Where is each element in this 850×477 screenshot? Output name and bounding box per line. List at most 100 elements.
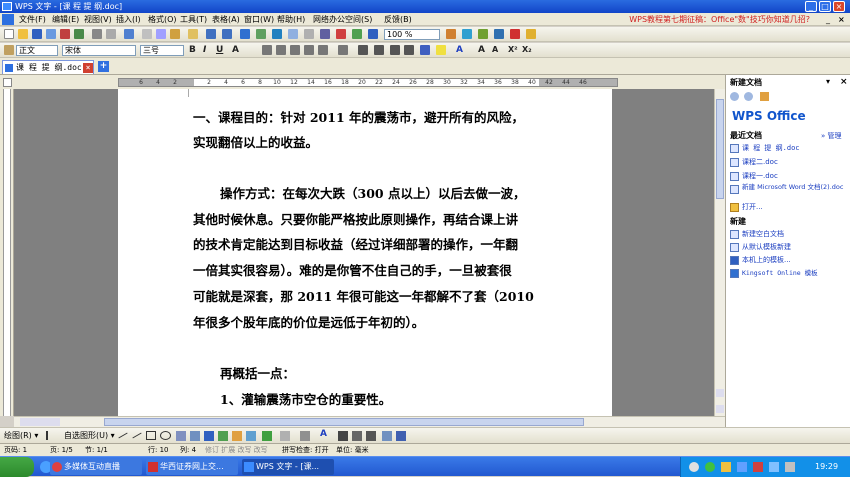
document-page[interactable]: 一、课程目的：针对 2011 年的震荡市，避开所有的风险， 实现翻倍以上的收益。… <box>118 89 612 416</box>
drawing-icon[interactable] <box>304 29 314 39</box>
next-page-icon[interactable] <box>716 405 724 413</box>
open-icon[interactable] <box>18 29 28 39</box>
vertical-textbox-icon[interactable] <box>190 431 200 441</box>
local-templates-link[interactable]: 本机上的模板... <box>742 256 791 265</box>
pane-dropdown-icon[interactable]: ▾ <box>826 77 830 86</box>
line-color-icon[interactable] <box>300 431 310 441</box>
tray-icon[interactable] <box>753 462 763 472</box>
doc-line[interactable]: 其他时候休息。只要你能严格按此原则操作，再结合课上讲 <box>193 213 518 227</box>
new-icon[interactable] <box>4 29 14 39</box>
scroll-thumb[interactable] <box>716 99 724 199</box>
doc-line[interactable]: 再概括一点： <box>220 367 295 381</box>
ruler-scale[interactable]: 6 4 2 2 4 6 8 10 12 14 16 18 20 22 24 26… <box>118 78 618 87</box>
horizontal-scrollbar[interactable] <box>14 416 725 427</box>
image-icon[interactable] <box>262 431 272 441</box>
wordart-icon[interactable] <box>368 29 378 39</box>
numbering-icon[interactable] <box>358 45 368 55</box>
bullets-icon[interactable] <box>374 45 384 55</box>
decrease-indent-icon[interactable] <box>390 45 400 55</box>
vertical-ruler[interactable] <box>0 89 14 416</box>
align-center-icon[interactable] <box>276 45 286 55</box>
draw-font-color-icon[interactable]: A <box>320 429 327 439</box>
new-tab-icon[interactable]: + <box>98 61 109 72</box>
menu-feedback[interactable]: 反馈(B) <box>384 14 412 25</box>
arrow-style-icon[interactable] <box>366 431 376 441</box>
draw-menu[interactable]: 绘图(R) ▾ <box>4 430 38 441</box>
rectangle-icon[interactable] <box>146 431 156 440</box>
pane-forward-icon[interactable] <box>744 92 753 101</box>
subscript-icon[interactable]: X₂ <box>522 44 532 56</box>
align-left-icon[interactable] <box>262 45 272 55</box>
menu-format[interactable]: 格式(O) <box>148 14 177 25</box>
cut-icon[interactable] <box>142 29 152 39</box>
online-templates-link[interactable]: Kingsoft Online 模板 <box>742 269 818 278</box>
highlight-icon[interactable] <box>436 45 446 55</box>
recent-doc-item[interactable]: 课 程 提 纲.doc <box>742 144 800 153</box>
fill-color-icon[interactable] <box>280 431 290 441</box>
menu-edit[interactable]: 编辑(E) <box>52 14 79 25</box>
bold-button[interactable]: B <box>189 44 196 56</box>
redo-icon[interactable] <box>222 29 232 39</box>
tab-selector-icon[interactable] <box>3 78 12 87</box>
align-right-icon[interactable] <box>290 45 300 55</box>
table-icon[interactable] <box>256 29 266 39</box>
doc-line[interactable]: 的技术肯定能达到目标收益（经过详细部署的操作，一年翻 <box>193 238 518 252</box>
3d-icon[interactable] <box>396 431 406 441</box>
open-link[interactable]: 打开... <box>742 203 763 212</box>
vertical-scrollbar[interactable] <box>714 89 725 416</box>
print-preview-icon[interactable] <box>106 29 116 39</box>
recent-doc-item[interactable]: 课程二.doc <box>742 158 778 167</box>
doc-line[interactable]: 操作方式：在每次大跌（300 点以上）以后去做一波， <box>220 187 525 201</box>
minimize-button[interactable]: _ <box>805 1 817 12</box>
view-mode-icons[interactable] <box>20 418 60 426</box>
doc-map-icon[interactable] <box>320 29 330 39</box>
textbox-icon[interactable] <box>176 431 186 441</box>
menu-minimize-icon[interactable]: _ <box>826 14 830 25</box>
online-icon[interactable] <box>462 29 472 39</box>
volume-icon[interactable] <box>785 462 795 472</box>
manage-link[interactable]: » 管理 <box>821 131 842 141</box>
taskbar-item[interactable]: 多媒体互动直播 <box>50 459 142 475</box>
export-icon[interactable] <box>74 29 84 39</box>
status-modes[interactable]: 修订 扩展 改写 改写 <box>205 444 268 456</box>
arrow-icon[interactable] <box>132 432 142 439</box>
doc-line[interactable]: 可能就是深套，那 2011 年很可能这一年都解不了套（2010 <box>193 290 534 304</box>
close-button[interactable]: × <box>833 1 845 12</box>
taskbar-item[interactable]: 华西证券网上交... <box>146 459 238 475</box>
pdf-icon[interactable] <box>60 29 70 39</box>
new-from-template-link[interactable]: 从默认模板新建 <box>742 243 791 252</box>
pane-home-icon[interactable] <box>760 92 769 101</box>
prev-page-icon[interactable] <box>716 389 724 397</box>
dash-style-icon[interactable] <box>352 431 362 441</box>
diagram-icon[interactable] <box>218 431 228 441</box>
menu-view[interactable]: 视图(V) <box>84 14 112 25</box>
doc-line[interactable]: 年很多个股年底的价位是远低于年初的）。 <box>193 316 424 330</box>
border-icon[interactable] <box>420 45 430 55</box>
template-icon[interactable] <box>478 29 488 39</box>
font-color-a-icon[interactable]: A <box>456 44 463 56</box>
doc-line[interactable]: 实现翻倍以上的收益。 <box>193 136 318 150</box>
doc-tab[interactable]: 课 程 提 纲.doc × <box>2 60 94 74</box>
print-icon[interactable] <box>92 29 102 39</box>
pane-back-icon[interactable] <box>730 92 739 101</box>
doc-line[interactable]: 一、课程目的：针对 2011 年的震荡市，避开所有的风险， <box>193 111 524 125</box>
tray-icon[interactable] <box>721 462 731 472</box>
menu-help[interactable]: 帮助(H) <box>277 14 305 25</box>
recent-doc-item[interactable]: 新建 Microsoft Word 文档(2).doc <box>742 183 848 191</box>
status-spell[interactable]: 拼写检查: 打开 <box>282 444 329 456</box>
hyperlink-icon[interactable] <box>240 29 250 39</box>
undo-icon[interactable] <box>206 29 216 39</box>
tray-icon[interactable] <box>737 462 747 472</box>
zoom-select[interactable]: 100 % <box>384 29 440 40</box>
style-select[interactable]: 正文 <box>16 45 58 56</box>
tray-icon[interactable] <box>705 462 715 472</box>
share-icon[interactable] <box>494 29 504 39</box>
mail-icon[interactable] <box>526 29 536 39</box>
menu-tools[interactable]: 工具(T) <box>180 14 207 25</box>
tray-icon[interactable] <box>689 462 699 472</box>
autoshapes-menu[interactable]: 自选图形(U) ▾ <box>64 430 115 441</box>
record-icon[interactable] <box>510 29 520 39</box>
font-color-button[interactable]: A <box>232 44 239 56</box>
show-hide-icon[interactable] <box>336 29 346 39</box>
document-menu-icon[interactable] <box>2 14 14 25</box>
